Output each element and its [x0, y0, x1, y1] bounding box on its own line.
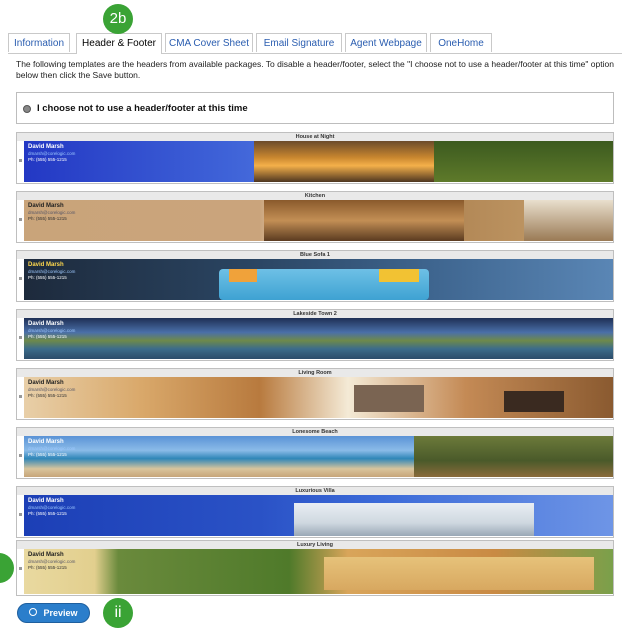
template-living-room[interactable]: Living Room David Marsh dmarsh@corelogic… [16, 368, 614, 420]
agent-phone: Ph: (555) 555-1215 [28, 275, 67, 280]
agent-name: David Marsh [28, 144, 64, 150]
template-banner: David Marsh dmarsh@corelogic.com Ph: (55… [24, 495, 613, 536]
template-radio[interactable] [19, 277, 22, 280]
template-radio[interactable] [19, 218, 22, 221]
template-radio[interactable] [19, 395, 22, 398]
tab-agent-webpage[interactable]: Agent Webpage [345, 33, 427, 52]
agent-phone: Ph: (555) 555-1215 [28, 452, 67, 457]
step-badge-edge [0, 553, 14, 583]
search-icon [29, 608, 38, 616]
agent-phone: Ph: (555) 555-1215 [28, 393, 67, 398]
agent-name: David Marsh [28, 321, 64, 327]
template-kitchen[interactable]: Kitchen David Marsh dmarsh@corelogic.com… [16, 191, 614, 243]
agent-phone: Ph: (555) 555-1215 [28, 334, 67, 339]
tab-cma-cover-sheet[interactable]: CMA Cover Sheet [165, 33, 253, 52]
template-banner: David Marsh dmarsh@corelogic.com Ph: (55… [24, 377, 613, 418]
optout-radio[interactable] [23, 105, 31, 113]
template-title: Luxury Living [17, 541, 613, 549]
agent-phone: Ph: (555) 555-1215 [28, 157, 67, 162]
tab-header-footer[interactable]: Header & Footer [76, 33, 162, 54]
step-badge-ii: ii [103, 598, 133, 628]
template-title: Blue Sofa 1 [17, 251, 613, 259]
template-banner: David Marsh dmarsh@corelogic.com Ph: (55… [24, 200, 613, 241]
tab-bar: Information Header & Footer CMA Cover Sh… [8, 33, 622, 54]
tab-onehome[interactable]: OneHome [430, 33, 492, 52]
template-title: Lakeside Town 2 [17, 310, 613, 318]
agent-name: David Marsh [28, 439, 64, 445]
tab-information[interactable]: Information [8, 33, 70, 52]
agent-name: David Marsh [28, 380, 64, 386]
template-title: Living Room [17, 369, 613, 377]
template-title: House at Night [17, 133, 613, 141]
template-radio[interactable] [19, 336, 22, 339]
template-blue-sofa-1[interactable]: Blue Sofa 1 David Marsh dmarsh@corelogic… [16, 250, 614, 302]
template-luxury-living[interactable]: Luxury Living David Marsh dmarsh@corelog… [16, 540, 614, 596]
template-title: Luxurious Villa [17, 487, 613, 495]
tab-email-signature[interactable]: Email Signature [256, 33, 342, 52]
agent-name: David Marsh [28, 203, 64, 209]
agent-name: David Marsh [28, 552, 64, 558]
optout-label: I choose not to use a header/footer at t… [37, 103, 248, 114]
template-banner: David Marsh dmarsh@corelogic.com Ph: (55… [24, 141, 613, 182]
instructions-text: The following templates are the headers … [16, 59, 614, 80]
template-radio[interactable] [19, 513, 22, 516]
template-title: Kitchen [17, 192, 613, 200]
template-lonesome-beach[interactable]: Lonesome Beach David Marsh dmarsh@corelo… [16, 427, 614, 479]
template-radio[interactable] [19, 454, 22, 457]
agent-phone: Ph: (555) 555-1215 [28, 216, 67, 221]
agent-name: David Marsh [28, 498, 64, 504]
agent-phone: Ph: (555) 555-1215 [28, 565, 67, 570]
template-banner: David Marsh dmarsh@corelogic.com Ph: (55… [24, 259, 613, 300]
template-banner: David Marsh dmarsh@corelogic.com Ph: (55… [24, 436, 613, 477]
preview-button[interactable]: Preview [17, 603, 90, 623]
template-lakeside-town-2[interactable]: Lakeside Town 2 David Marsh dmarsh@corel… [16, 309, 614, 361]
template-luxurious-villa[interactable]: Luxurious Villa David Marsh dmarsh@corel… [16, 486, 614, 538]
template-radio[interactable] [19, 159, 22, 162]
template-banner: David Marsh dmarsh@corelogic.com Ph: (55… [24, 549, 613, 594]
agent-phone: Ph: (555) 555-1215 [28, 511, 67, 516]
step-badge-2b: 2b [103, 4, 133, 34]
preview-label: Preview [43, 608, 78, 618]
template-house-at-night[interactable]: House at Night David Marsh dmarsh@corelo… [16, 132, 614, 184]
template-banner: David Marsh dmarsh@corelogic.com Ph: (55… [24, 318, 613, 359]
optout-option[interactable]: I choose not to use a header/footer at t… [16, 92, 614, 124]
template-title: Lonesome Beach [17, 428, 613, 436]
template-radio[interactable] [19, 567, 22, 570]
agent-name: David Marsh [28, 262, 64, 268]
